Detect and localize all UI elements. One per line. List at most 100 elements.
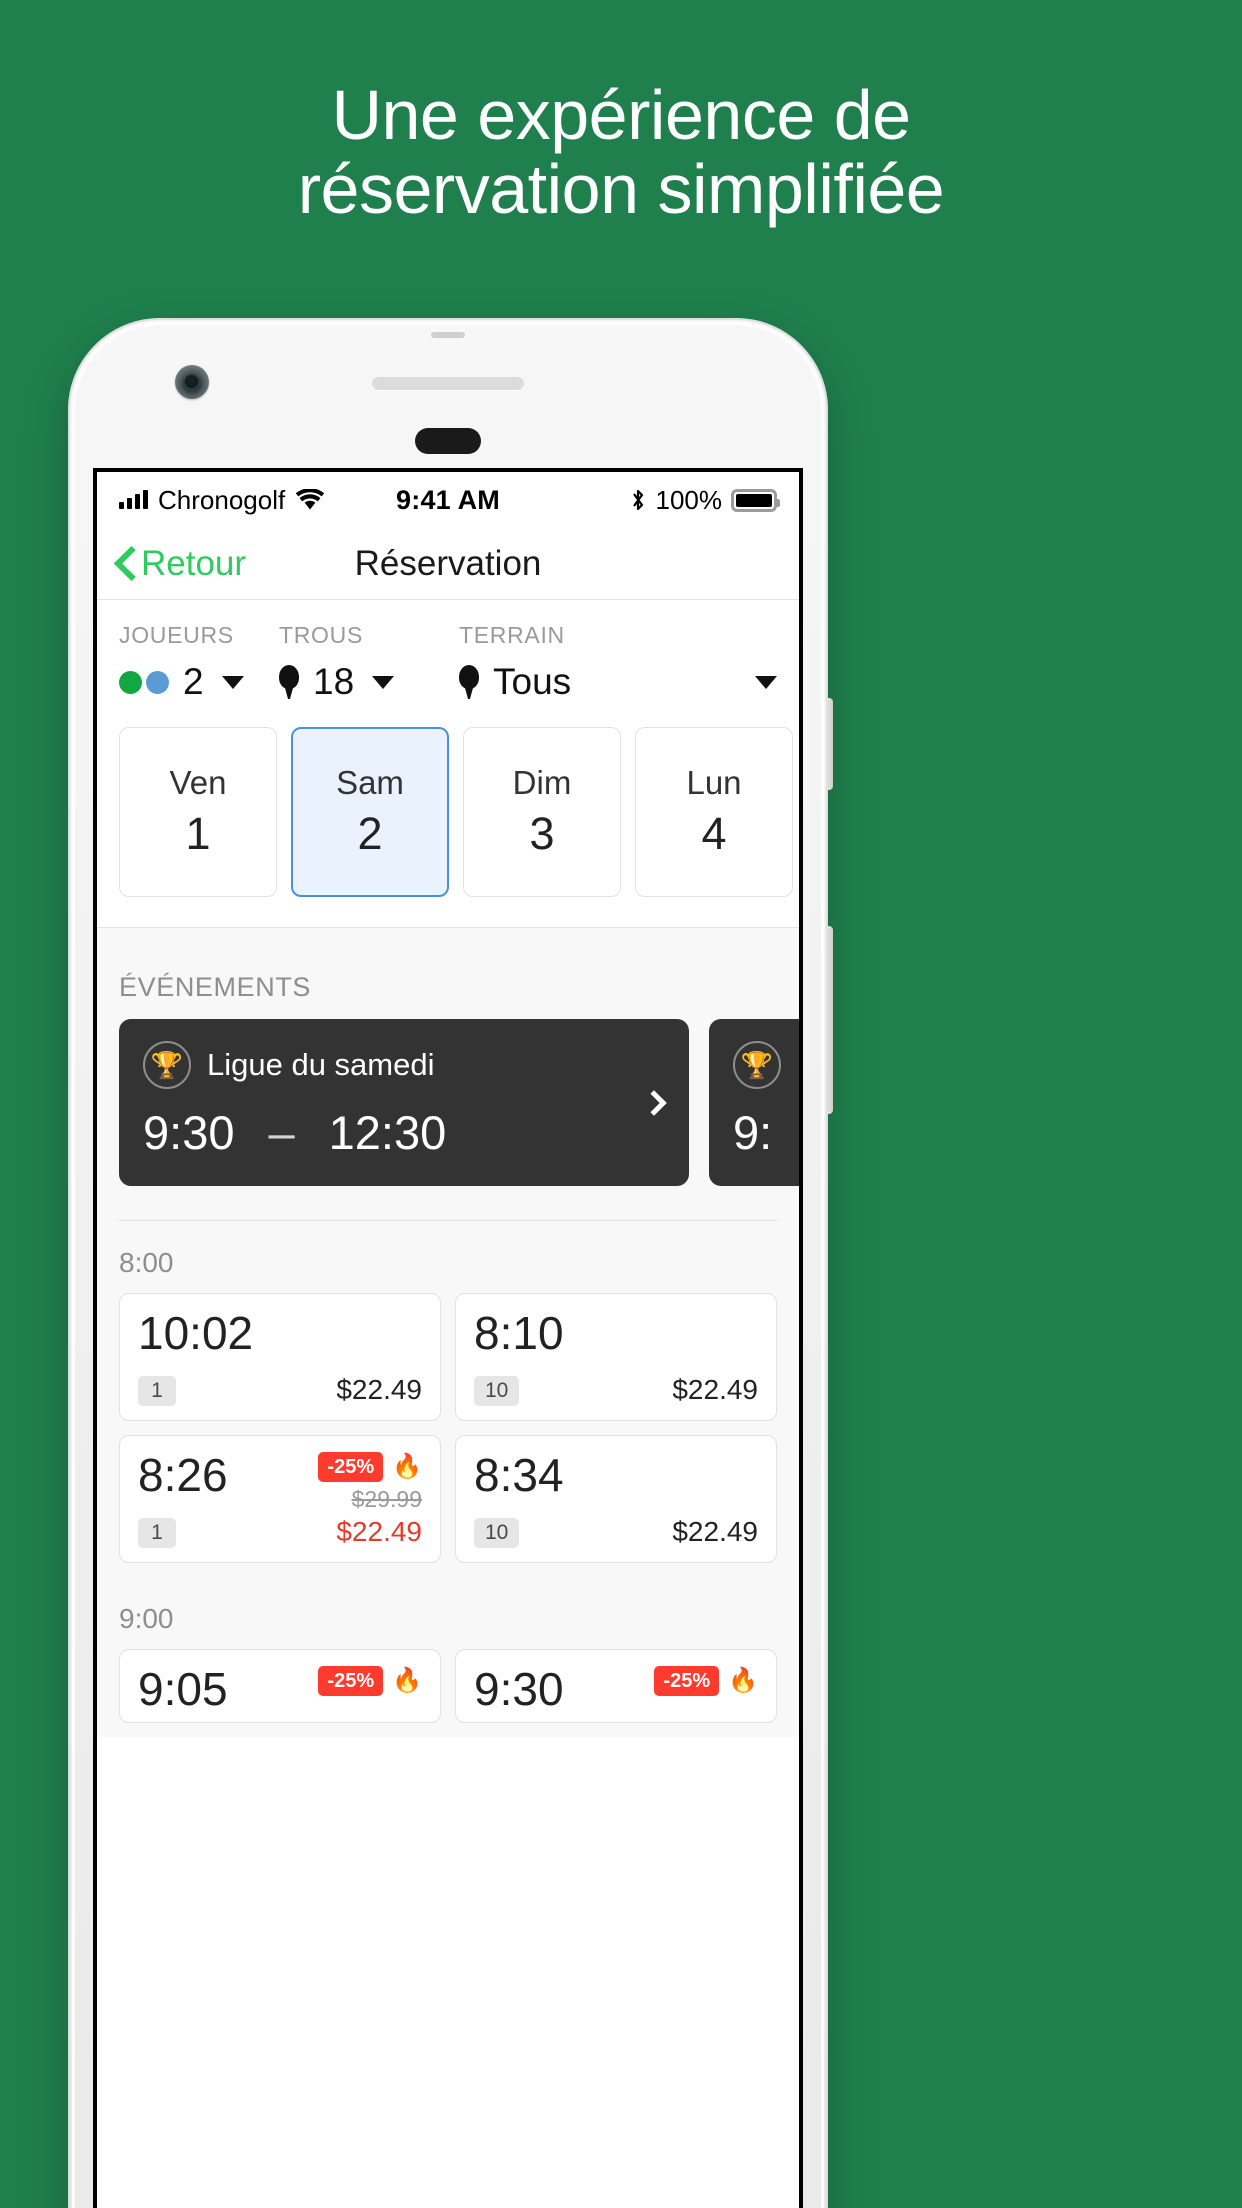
event-card-header: 🏆 Ligue du samedi	[143, 1041, 665, 1089]
filter-holes-dropdown[interactable]: 18	[279, 661, 459, 703]
tee-slot-quantity: 1	[138, 1376, 176, 1406]
back-button[interactable]: Retour	[115, 544, 246, 584]
wifi-icon	[296, 489, 325, 510]
filter-course-value: Tous	[493, 661, 572, 702]
earpiece-speaker-icon	[372, 377, 524, 390]
tee-slot-bottom: 1 $22.49	[138, 1374, 422, 1406]
tee-slot-time: 9:30	[474, 1663, 564, 1715]
discount-badge: -25%	[318, 1666, 384, 1696]
tee-time-slot-discounted[interactable]: 9:05 -25% 🔥	[119, 1649, 441, 1723]
tee-slot-top: 8:34	[474, 1452, 758, 1498]
chevron-left-icon	[115, 546, 137, 582]
date-card-day: Ven	[169, 764, 227, 801]
filter-label-course: TERRAIN	[459, 622, 565, 648]
tee-time-slot[interactable]: 8:34 10 $22.49	[455, 1435, 777, 1563]
tee-slot-pricing: -25% 🔥	[654, 1666, 758, 1696]
date-selector[interactable]: Ven 1 Sam 2 Dim 3 Lun 4 Mar 5	[97, 703, 799, 928]
date-card-ven[interactable]: Ven 1	[119, 727, 277, 897]
carrier-label: Chronogolf	[158, 484, 286, 515]
tee-slot-row: 9:05 -25% 🔥 9:30 -25% 🔥	[97, 1649, 799, 1737]
event-card-header: 🏆	[733, 1041, 799, 1089]
signal-bars-icon	[119, 490, 148, 509]
events-section-title: ÉVÉNEMENTS	[119, 972, 312, 1002]
date-card-sam[interactable]: Sam 2	[291, 727, 449, 897]
bluetooth-icon	[632, 489, 643, 511]
event-card[interactable]: 🏆 Ligue du samedi 9:30 – 12:30	[119, 1019, 689, 1186]
tee-slot-price: $22.49	[672, 1374, 758, 1405]
chevron-down-icon	[221, 675, 244, 689]
tee-slot-row: 10:02 1 $22.49 8:10 10 $22.49	[97, 1293, 799, 1435]
event-start-time: 9:30	[143, 1106, 235, 1159]
discount-badge: -25%	[318, 1452, 384, 1482]
headline-line-2: réservation simplifiée	[297, 150, 945, 229]
headline-line-1: Une expérience de	[331, 76, 911, 154]
date-card-num: 4	[701, 808, 727, 859]
battery-percent-label: 100%	[655, 484, 723, 515]
front-camera-icon	[175, 365, 209, 399]
tee-slot-time: 8:26	[138, 1449, 228, 1501]
filter-bar: JOUEURS TROUS TERRAIN 2 18 Tous	[97, 600, 799, 703]
page-headline: Une expérience de réservation simplifiée	[0, 76, 1242, 229]
proximity-sensor-icon	[415, 428, 481, 454]
tee-slot-old-price: $29.99	[351, 1486, 422, 1512]
back-button-label: Retour	[141, 543, 247, 583]
tee-slot-time: 10:02	[138, 1307, 254, 1359]
tee-slot-time: 8:10	[474, 1307, 564, 1359]
event-card-next[interactable]: 🏆 9:	[709, 1019, 799, 1186]
tee-group-label-900: 9:00	[119, 1603, 174, 1634]
date-card-lun[interactable]: Lun 4	[635, 727, 793, 897]
phone-microphone-icon	[431, 332, 465, 338]
discount-badge: -25%	[654, 1666, 720, 1696]
date-card-dim[interactable]: Dim 3	[463, 727, 621, 897]
filter-players-value: 2	[183, 661, 204, 702]
date-card-num: 1	[185, 808, 211, 859]
date-card-day: Sam	[336, 764, 404, 801]
volume-up-button[interactable]	[827, 698, 833, 790]
filter-players-dropdown[interactable]: 2	[119, 661, 279, 703]
event-end-time: 12:30	[328, 1106, 447, 1159]
tee-slot-quantity: 1	[138, 1518, 176, 1548]
tee-slot-price: $22.49	[336, 1374, 422, 1405]
tee-slot-row: 8:26 -25% 🔥 $29.99 1 $22.49 8:34 10 $22.…	[97, 1435, 799, 1577]
trophy-icon: 🏆	[733, 1041, 781, 1089]
date-card-num: 2	[357, 808, 383, 859]
tee-slot-quantity: 10	[474, 1518, 520, 1548]
tee-slot-badges: -25% 🔥	[318, 1666, 422, 1696]
golf-tee-icon	[279, 665, 299, 699]
filter-labels-row: JOUEURS TROUS TERRAIN	[119, 622, 777, 649]
tee-time-slot[interactable]: 8:10 10 $22.49	[455, 1293, 777, 1421]
tee-slot-top: 9:05 -25% 🔥	[138, 1666, 422, 1712]
ios-status-bar: Chronogolf 9:41 AM 100%	[97, 472, 799, 528]
date-card-day: Dim	[512, 764, 572, 801]
filter-values-row: 2 18 Tous	[119, 661, 777, 703]
tee-time-slot[interactable]: 10:02 1 $22.49	[119, 1293, 441, 1421]
tee-slot-bottom: 10 $22.49	[474, 1516, 758, 1548]
filter-label-holes: TROUS	[279, 622, 363, 648]
status-bar-clock: 9:41 AM	[396, 484, 500, 515]
status-bar-left: Chronogolf	[119, 485, 325, 516]
phone-screen: Chronogolf 9:41 AM 100% Retour Réservati…	[93, 468, 803, 2208]
flame-icon: 🔥	[392, 1453, 422, 1480]
date-card-num: 3	[529, 808, 555, 859]
filter-holes-value: 18	[313, 661, 355, 702]
tee-slot-top: 10:02	[138, 1310, 422, 1356]
event-card-name: Ligue du samedi	[207, 1047, 435, 1082]
volume-down-button[interactable]	[827, 926, 833, 1114]
filter-label-players: JOUEURS	[119, 622, 234, 648]
tee-slot-pricing: -25% 🔥	[318, 1666, 422, 1696]
date-card-day: Lun	[686, 764, 742, 801]
tee-group-label-800: 8:00	[119, 1247, 174, 1278]
phone-mockup: Chronogolf 9:41 AM 100% Retour Réservati…	[68, 318, 833, 2208]
tee-slot-top: 8:10	[474, 1310, 758, 1356]
filter-course-dropdown[interactable]: Tous	[459, 661, 777, 703]
tee-slot-top: 9:30 -25% 🔥	[474, 1666, 758, 1712]
tee-time-slot-discounted[interactable]: 9:30 -25% 🔥	[455, 1649, 777, 1723]
flame-icon: 🔥	[392, 1667, 422, 1694]
event-time-dash: –	[268, 1106, 295, 1159]
tee-slot-bottom: 10 $22.49	[474, 1374, 758, 1406]
events-carousel[interactable]: 🏆 Ligue du samedi 9:30 – 12:30 🏆 9:	[97, 1019, 799, 1186]
tee-time-slot-discounted[interactable]: 8:26 -25% 🔥 $29.99 1 $22.49	[119, 1435, 441, 1563]
tee-slot-quantity: 10	[474, 1376, 520, 1406]
flame-icon: 🔥	[728, 1667, 758, 1694]
tee-slot-pricing: -25% 🔥 $29.99	[318, 1452, 422, 1513]
